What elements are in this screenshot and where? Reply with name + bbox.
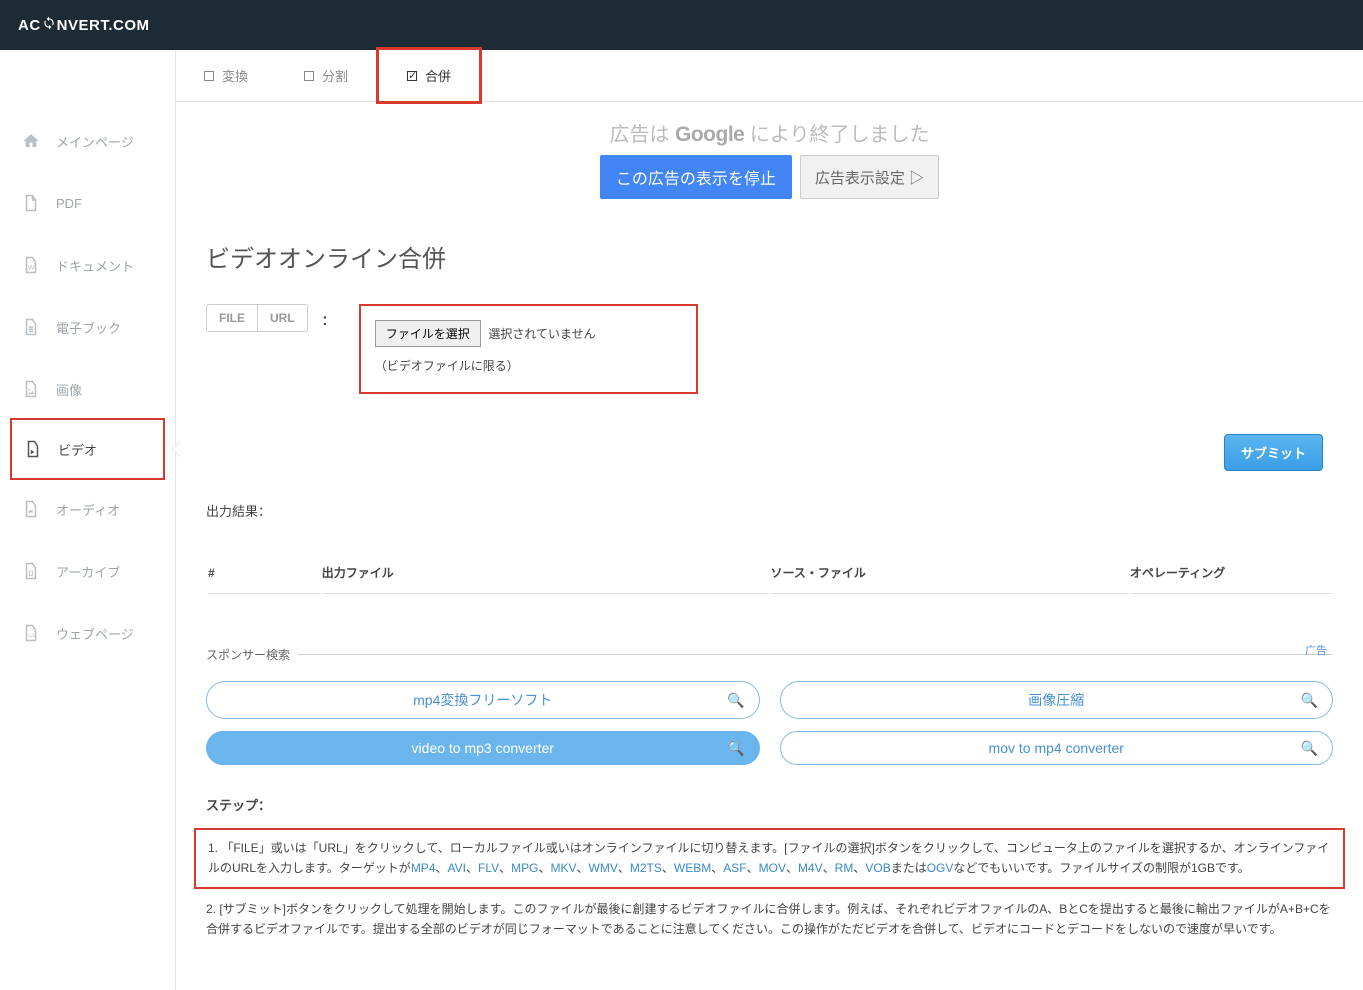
svg-text:</>: </> [28,634,36,640]
sponsor-ad-label: 广告 [1305,642,1327,658]
sidebar-item-ebook[interactable]: 電子ブック [0,296,175,358]
sponsor-legend: スポンサー検索 [206,646,298,663]
step-2: 2. [サブミット]ボタンをクリックして処理を開始します。このファイルが最後に創… [206,899,1333,940]
video-icon [22,438,44,460]
sponsor-link-1[interactable]: mp4変換フリーソフト🔍 [206,681,760,719]
tab-merge[interactable]: 合併 [376,47,482,104]
search-icon: 🔍 [1301,692,1318,709]
output-label: 出力結果： [176,501,1363,550]
tab-split[interactable]: 分割 [276,50,376,101]
ebook-icon [20,316,42,338]
sidebar-label: ドキュメント [56,256,134,275]
sidebar-label: PDF [56,196,82,211]
search-icon: 🔍 [727,740,744,757]
sponsor-link-4[interactable]: mov to mp4 converter🔍 [780,731,1334,765]
stop-ad-button[interactable]: この広告の表示を停止 [600,155,792,199]
sponsor-link-3[interactable]: video to mp3 converter🔍 [206,731,760,765]
ad-banner: 広告は Google により終了しました この広告の表示を停止 広告表示設定 ▷ [176,102,1363,219]
col-operation: オペレーティング [1130,552,1331,594]
archive-icon [20,560,42,582]
logo-spinner-icon [42,16,56,34]
ad-closed-text: 広告は Google により終了しました [176,118,1363,147]
webpage-icon: </> [20,622,42,644]
sidebar-item-image[interactable]: 画像 [0,358,175,420]
header: AC NVERT.COM [0,0,1363,50]
audio-icon [20,498,42,520]
col-index: # [208,552,320,594]
document-icon: W [20,254,42,276]
col-output: 出力ファイル [322,552,769,594]
step-1: 1. 「FILE」或いは「URL」をクリックして、ローカルファイル或いはオンライ… [194,828,1345,889]
google-logo-text: Google [675,123,744,146]
file-note: （ビデオファイルに限る） [375,357,596,374]
sidebar-label: メインページ [56,132,134,151]
file-input-row: FILE URL ： ファイルを選択 選択されていません （ビデオファイルに限る… [176,304,1363,394]
file-select-box: ファイルを選択 選択されていません （ビデオファイルに限る） [359,304,698,394]
svg-text:W: W [28,265,35,272]
sponsor-search: スポンサー検索 广告 mp4変換フリーソフト🔍 画像圧縮🔍 video to m… [206,646,1333,765]
sidebar-label: ウェブページ [56,624,134,643]
checkbox-icon [304,71,314,81]
search-icon: 🔍 [1301,740,1318,757]
source-url-button[interactable]: URL [257,305,307,331]
sidebar-item-webpage[interactable]: </> ウェブページ [0,602,175,664]
home-icon [20,130,42,152]
steps-label: ステップ： [206,795,1333,814]
submit-button[interactable]: サブミット [1224,434,1323,471]
tab-bar: 変換 分割 合併 [176,50,1363,102]
checkbox-checked-icon [407,71,417,81]
sidebar-item-audio[interactable]: オーディオ [0,478,175,540]
colon: ： [322,310,335,329]
sidebar-item-document[interactable]: W ドキュメント [0,234,175,296]
sidebar-label: オーディオ [56,500,120,519]
pdf-icon [20,192,42,214]
file-status: 選択されていません [488,327,595,341]
sidebar-label: ビデオ [58,440,97,459]
sponsor-link-2[interactable]: 画像圧縮🔍 [780,681,1334,719]
col-source: ソース・ファイル [770,552,1127,594]
source-toggle: FILE URL [206,304,308,332]
image-icon [20,378,42,400]
choose-file-button[interactable]: ファイルを選択 [375,320,481,347]
logo-text-post: NVERT.COM [57,17,150,34]
logo[interactable]: AC NVERT.COM [18,16,150,34]
search-icon: 🔍 [727,692,744,709]
sidebar-label: 電子ブック [56,318,121,337]
checkbox-icon [204,71,214,81]
sidebar-item-archive[interactable]: アーカイブ [0,540,175,602]
sidebar-item-video[interactable]: ビデオ [10,418,165,480]
sidebar-item-pdf[interactable]: PDF [0,172,175,234]
main: 変換 分割 合併 広告は Google により終了しました この広告の表示を停止… [175,50,1363,990]
tab-convert[interactable]: 変換 [176,50,276,101]
sidebar-label: アーカイブ [56,562,120,581]
sidebar: メインページ PDF W ドキュメント 電子ブック 画像 ビデオ オーディオ ア [0,50,175,990]
logo-text-pre: AC [18,17,41,34]
page-title: ビデオオンライン合併 [176,219,1363,304]
sidebar-item-home[interactable]: メインページ [0,110,175,172]
sidebar-label: 画像 [56,380,82,399]
output-table: # 出力ファイル ソース・ファイル オペレーティング [206,550,1333,596]
source-file-button[interactable]: FILE [207,305,257,331]
ad-settings-button[interactable]: 広告表示設定 ▷ [800,155,939,199]
